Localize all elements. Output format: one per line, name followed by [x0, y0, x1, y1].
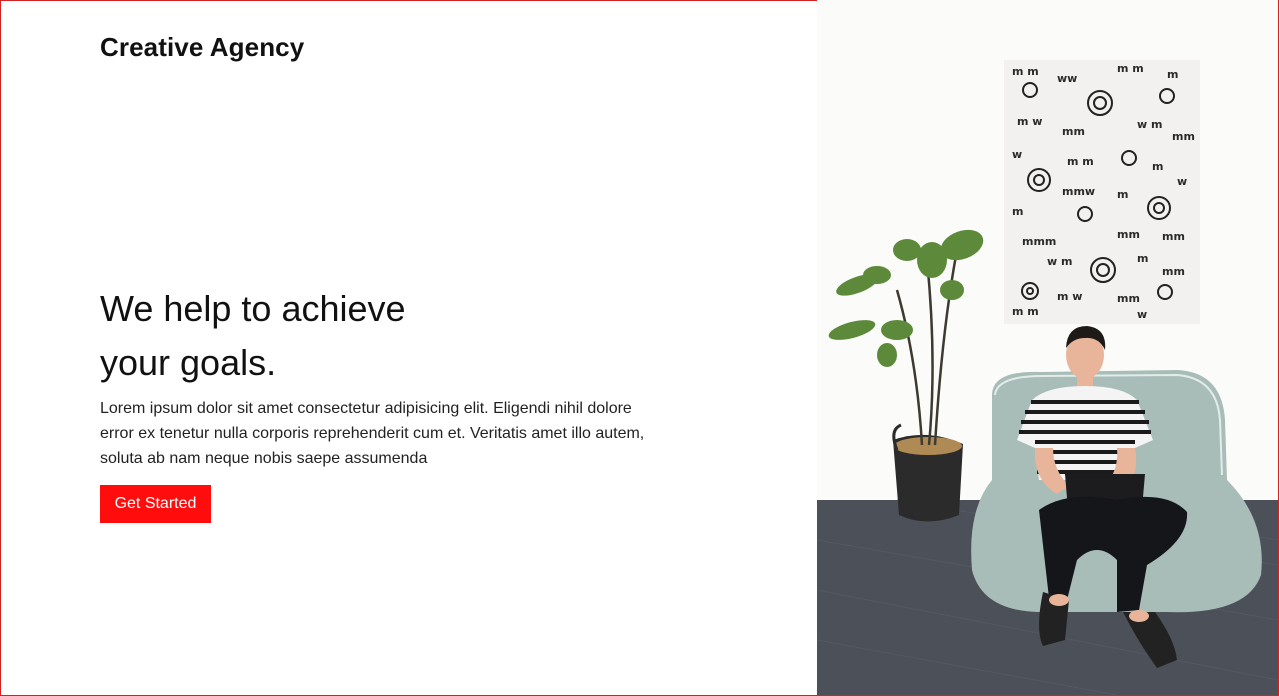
brand-logo[interactable]: Creative Agency [100, 32, 304, 63]
wall-art: m mwwm mm m wmmw mmm wm m mw mmw mm mmmmm m… [1004, 60, 1200, 324]
svg-text:mm: mm [1062, 125, 1085, 138]
svg-text:m: m [1167, 68, 1178, 81]
svg-text:mmm: mmm [1022, 235, 1056, 248]
svg-text:w: w [1137, 308, 1147, 321]
hero-photo-illustration: m mwwm mm m wmmw mmm wm m mw mmw mm mmmmm m… [817, 0, 1278, 695]
svg-text:mm: mm [1172, 130, 1195, 143]
svg-text:mm: mm [1162, 265, 1185, 278]
svg-text:w: w [1012, 148, 1022, 161]
svg-text:m: m [1012, 205, 1023, 218]
svg-text:m: m [1117, 188, 1128, 201]
svg-text:m w: m w [1057, 290, 1082, 303]
svg-text:w m: w m [1137, 118, 1162, 131]
hero-description: Lorem ipsum dolor sit amet consectetur a… [100, 400, 645, 467]
hero-photo: m m ww m mm m w mm w m mm wm mmw mmw m m mmm mm m… [817, 0, 1278, 695]
get-started-button[interactable]: Get Started [100, 485, 211, 523]
svg-text:m m: m m [1012, 65, 1039, 78]
svg-text:w m: w m [1047, 255, 1072, 268]
svg-text:m m: m m [1117, 62, 1144, 75]
svg-text:m m: m m [1012, 305, 1039, 318]
svg-text:m: m [1152, 160, 1163, 173]
svg-text:m w: m w [1017, 115, 1042, 128]
svg-text:mm: mm [1117, 228, 1140, 241]
hero-title-line-1: We help to achieve [100, 288, 406, 329]
svg-text:mmw: mmw [1062, 185, 1095, 198]
svg-text:w: w [1177, 175, 1187, 188]
hero-title-line-2: your goals. [100, 342, 277, 383]
svg-text:m: m [1137, 252, 1148, 265]
svg-text:mm: mm [1162, 230, 1185, 243]
hero-title: We help to achieve your goals. [100, 282, 600, 390]
svg-text:m m: m m [1067, 155, 1094, 168]
svg-text:mm: mm [1117, 292, 1140, 305]
svg-text:ww: ww [1057, 72, 1077, 85]
